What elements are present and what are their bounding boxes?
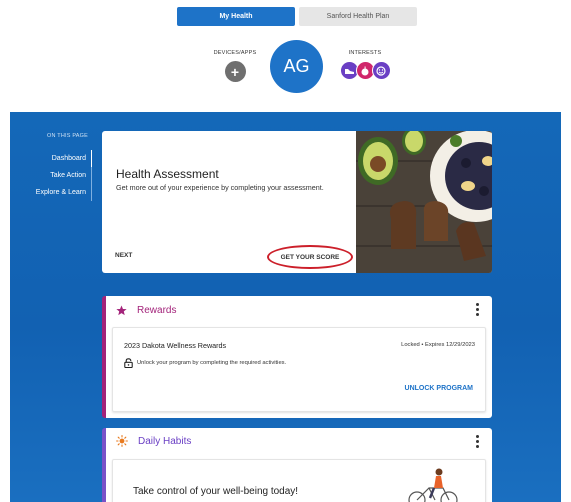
daily-habits-header: Daily Habits [106, 428, 492, 454]
rewards-program-panel: 2023 Dakota Wellness Rewards Locked • Ex… [112, 327, 486, 412]
reward-program-status: Locked • Expires 12/29/2023 [401, 342, 475, 348]
next-button[interactable]: NEXT [115, 252, 132, 259]
sidebar-item-dashboard[interactable]: Dashboard [14, 150, 92, 167]
tab-my-health[interactable]: My Health [177, 7, 295, 26]
rewards-card: Rewards 2023 Dakota Wellness Rewards Loc… [102, 296, 492, 418]
interest-icons[interactable] [333, 61, 397, 80]
top-tab-bar: My Health Sanford Health Plan [177, 7, 417, 26]
devices-apps: DEVICES/APPS + [205, 50, 265, 82]
sun-icon [116, 435, 128, 447]
sidebar-item-take-action[interactable]: Take Action [14, 167, 92, 184]
healthy-food-image [356, 131, 492, 273]
health-assessment-card: Health Assessment Get more out of your e… [102, 131, 492, 273]
rewards-header: Rewards [106, 296, 492, 324]
star-icon [116, 304, 127, 315]
daily-habits-card: Daily Habits Take control of your well-b… [102, 428, 492, 502]
unlock-program-button[interactable]: UNLOCK PROGRAM [405, 385, 473, 392]
tab-sanford-health-plan[interactable]: Sanford Health Plan [299, 7, 417, 26]
daily-habits-title: Daily Habits [138, 435, 192, 447]
get-your-score-button[interactable]: GET YOUR SCORE [267, 245, 353, 269]
reward-program-name: 2023 Dakota Wellness Rewards [124, 341, 227, 350]
sidebar-item-explore-learn[interactable]: Explore & Learn [14, 184, 92, 201]
interests-label: INTERESTS [348, 50, 382, 56]
rewards-kebab-menu-icon[interactable] [476, 303, 480, 316]
on-this-page-nav: ON THIS PAGE Dashboard Take Action Explo… [14, 133, 92, 201]
on-this-page-heading: ON THIS PAGE [46, 133, 88, 139]
rewards-title: Rewards [137, 304, 177, 316]
health-assessment-description: Get more out of your experience by compl… [116, 183, 324, 192]
daily-habits-message: Take control of your well-being today! [133, 486, 299, 497]
avatar[interactable]: AG [270, 40, 323, 93]
daily-habits-panel: Take control of your well-being today! [112, 459, 486, 502]
smile-icon[interactable] [371, 61, 391, 80]
interests: INTERESTS [333, 50, 397, 80]
plus-icon: + [230, 63, 240, 80]
unlock-program-message: Unlock your program by completing the re… [137, 360, 287, 366]
cyclist-illustration [408, 468, 458, 502]
add-device-button[interactable]: + [224, 61, 246, 82]
daily-habits-kebab-menu-icon[interactable] [476, 435, 480, 448]
health-assessment-title: Health Assessment [116, 167, 219, 181]
devices-apps-label: DEVICES/APPS [213, 50, 257, 56]
lock-icon [124, 358, 133, 368]
